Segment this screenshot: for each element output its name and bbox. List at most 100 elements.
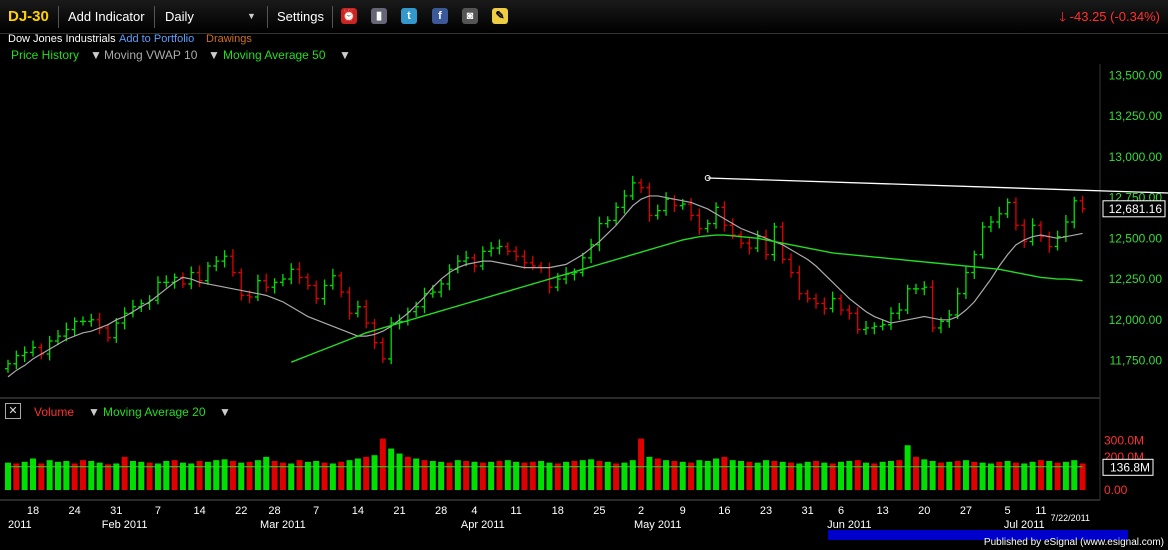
volume-bar <box>663 460 670 490</box>
volume-bar <box>196 461 203 490</box>
volume-bar <box>1062 461 1069 490</box>
trendline <box>707 177 1168 194</box>
footer-credit: Published by eSignal (www.esignal.com) <box>983 537 1164 548</box>
volume-bar <box>629 460 636 490</box>
volume-bar <box>371 455 378 490</box>
volume-bar <box>213 460 220 490</box>
x-day-label: 21 <box>393 505 405 517</box>
x-day-label: 6 <box>838 505 844 517</box>
volume-bar <box>363 456 370 490</box>
volume-bar <box>729 460 736 490</box>
x-day-label: 27 <box>960 505 972 517</box>
volume-bar <box>13 463 20 490</box>
volume-bar <box>1046 461 1053 490</box>
price-tick-label: 12,000.00 <box>1109 313 1163 327</box>
volume-bar <box>221 459 228 490</box>
volume-bar <box>879 461 886 490</box>
volume-bar <box>204 461 211 490</box>
x-day-label: 28 <box>435 505 447 517</box>
volume-bar <box>188 463 195 490</box>
volume-bar <box>396 453 403 490</box>
volume-bar <box>1004 461 1011 490</box>
volume-bar <box>779 461 786 490</box>
volume-bar <box>438 461 445 490</box>
volume-bar <box>246 461 253 490</box>
volume-bar <box>338 461 345 490</box>
x-day-label: 24 <box>69 505 81 517</box>
volume-bar <box>288 463 295 490</box>
price-tick-label: 12,250.00 <box>1109 272 1163 286</box>
volume-bar <box>946 461 953 490</box>
x-day-label: 23 <box>760 505 772 517</box>
x-month-label: Apr 2011 <box>461 519 505 531</box>
volume-bar <box>904 445 911 490</box>
volume-tick-label: 0.00 <box>1104 483 1128 497</box>
volume-bar <box>1029 461 1036 490</box>
volume-bar <box>529 461 536 490</box>
price-tick-label: 11,750.00 <box>1110 354 1163 368</box>
volume-bar <box>962 460 969 490</box>
volume-bar <box>846 461 853 490</box>
volume-bar <box>554 463 561 490</box>
volume-bar <box>504 460 511 490</box>
volume-bar <box>254 460 261 490</box>
price-tick-label: 12,500.00 <box>1109 231 1163 245</box>
x-day-label: 7 <box>155 505 161 517</box>
volume-bar <box>429 461 436 490</box>
volume-bar <box>46 460 53 490</box>
price-tick-label: 13,500.00 <box>1109 68 1163 82</box>
volume-bar <box>912 456 919 490</box>
volume-tick-label: 300.0M <box>1104 433 1144 447</box>
last-date-label: 7/22/2011 <box>1051 513 1090 523</box>
volume-bar <box>563 461 570 490</box>
volume-bar <box>604 461 611 490</box>
price-tick-label: 13,250.00 <box>1109 109 1163 123</box>
x-day-label: 11 <box>1035 505 1046 517</box>
volume-bar <box>421 460 428 490</box>
volume-bar <box>71 463 78 490</box>
volume-bar <box>313 461 320 490</box>
volume-bar <box>404 456 411 490</box>
ma50-line <box>290 234 1083 363</box>
volume-bar <box>54 461 61 490</box>
x-month-label: Jun 2011 <box>827 519 871 531</box>
x-day-label: 11 <box>510 505 521 517</box>
volume-bar <box>613 463 620 490</box>
volume-bar <box>588 459 595 490</box>
volume-bar <box>1037 460 1044 490</box>
x-day-label: 16 <box>718 505 730 517</box>
volume-bar <box>88 461 95 490</box>
volume-bar <box>654 458 661 490</box>
volume-bar <box>929 461 936 490</box>
volume-bar <box>329 463 336 490</box>
x-month-label: Jul 2011 <box>1004 519 1045 531</box>
volume-bar <box>163 461 170 490</box>
volume-bar <box>738 461 745 490</box>
last-price-label: 12,681.16 <box>1109 202 1163 216</box>
x-month-label: Mar 2011 <box>260 519 306 531</box>
volume-bar <box>346 460 353 490</box>
x-day-label: 9 <box>680 505 686 517</box>
volume-bar <box>171 460 178 490</box>
volume-bar <box>304 461 311 490</box>
volume-bar <box>638 438 645 490</box>
volume-bar <box>21 461 28 490</box>
vwap-line <box>7 195 1083 378</box>
volume-bar <box>646 456 653 490</box>
x-day-label: 14 <box>352 505 364 517</box>
volume-bar <box>354 458 361 490</box>
volume-bar <box>296 460 303 490</box>
volume-bar <box>854 460 861 490</box>
volume-bar <box>696 460 703 490</box>
volume-bar <box>113 463 120 490</box>
volume-bar <box>887 461 894 490</box>
volume-bar <box>987 463 994 490</box>
volume-bar <box>829 463 836 490</box>
volume-bar <box>721 456 728 490</box>
x-day-label: 14 <box>193 505 205 517</box>
x-day-label: 4 <box>471 505 477 517</box>
x-day-label: 18 <box>552 505 564 517</box>
volume-bar <box>463 461 470 490</box>
volume-bar <box>29 458 36 490</box>
price-volume-chart[interactable]: 11,750.0012,000.0012,250.0012,500.0012,7… <box>0 0 1168 550</box>
